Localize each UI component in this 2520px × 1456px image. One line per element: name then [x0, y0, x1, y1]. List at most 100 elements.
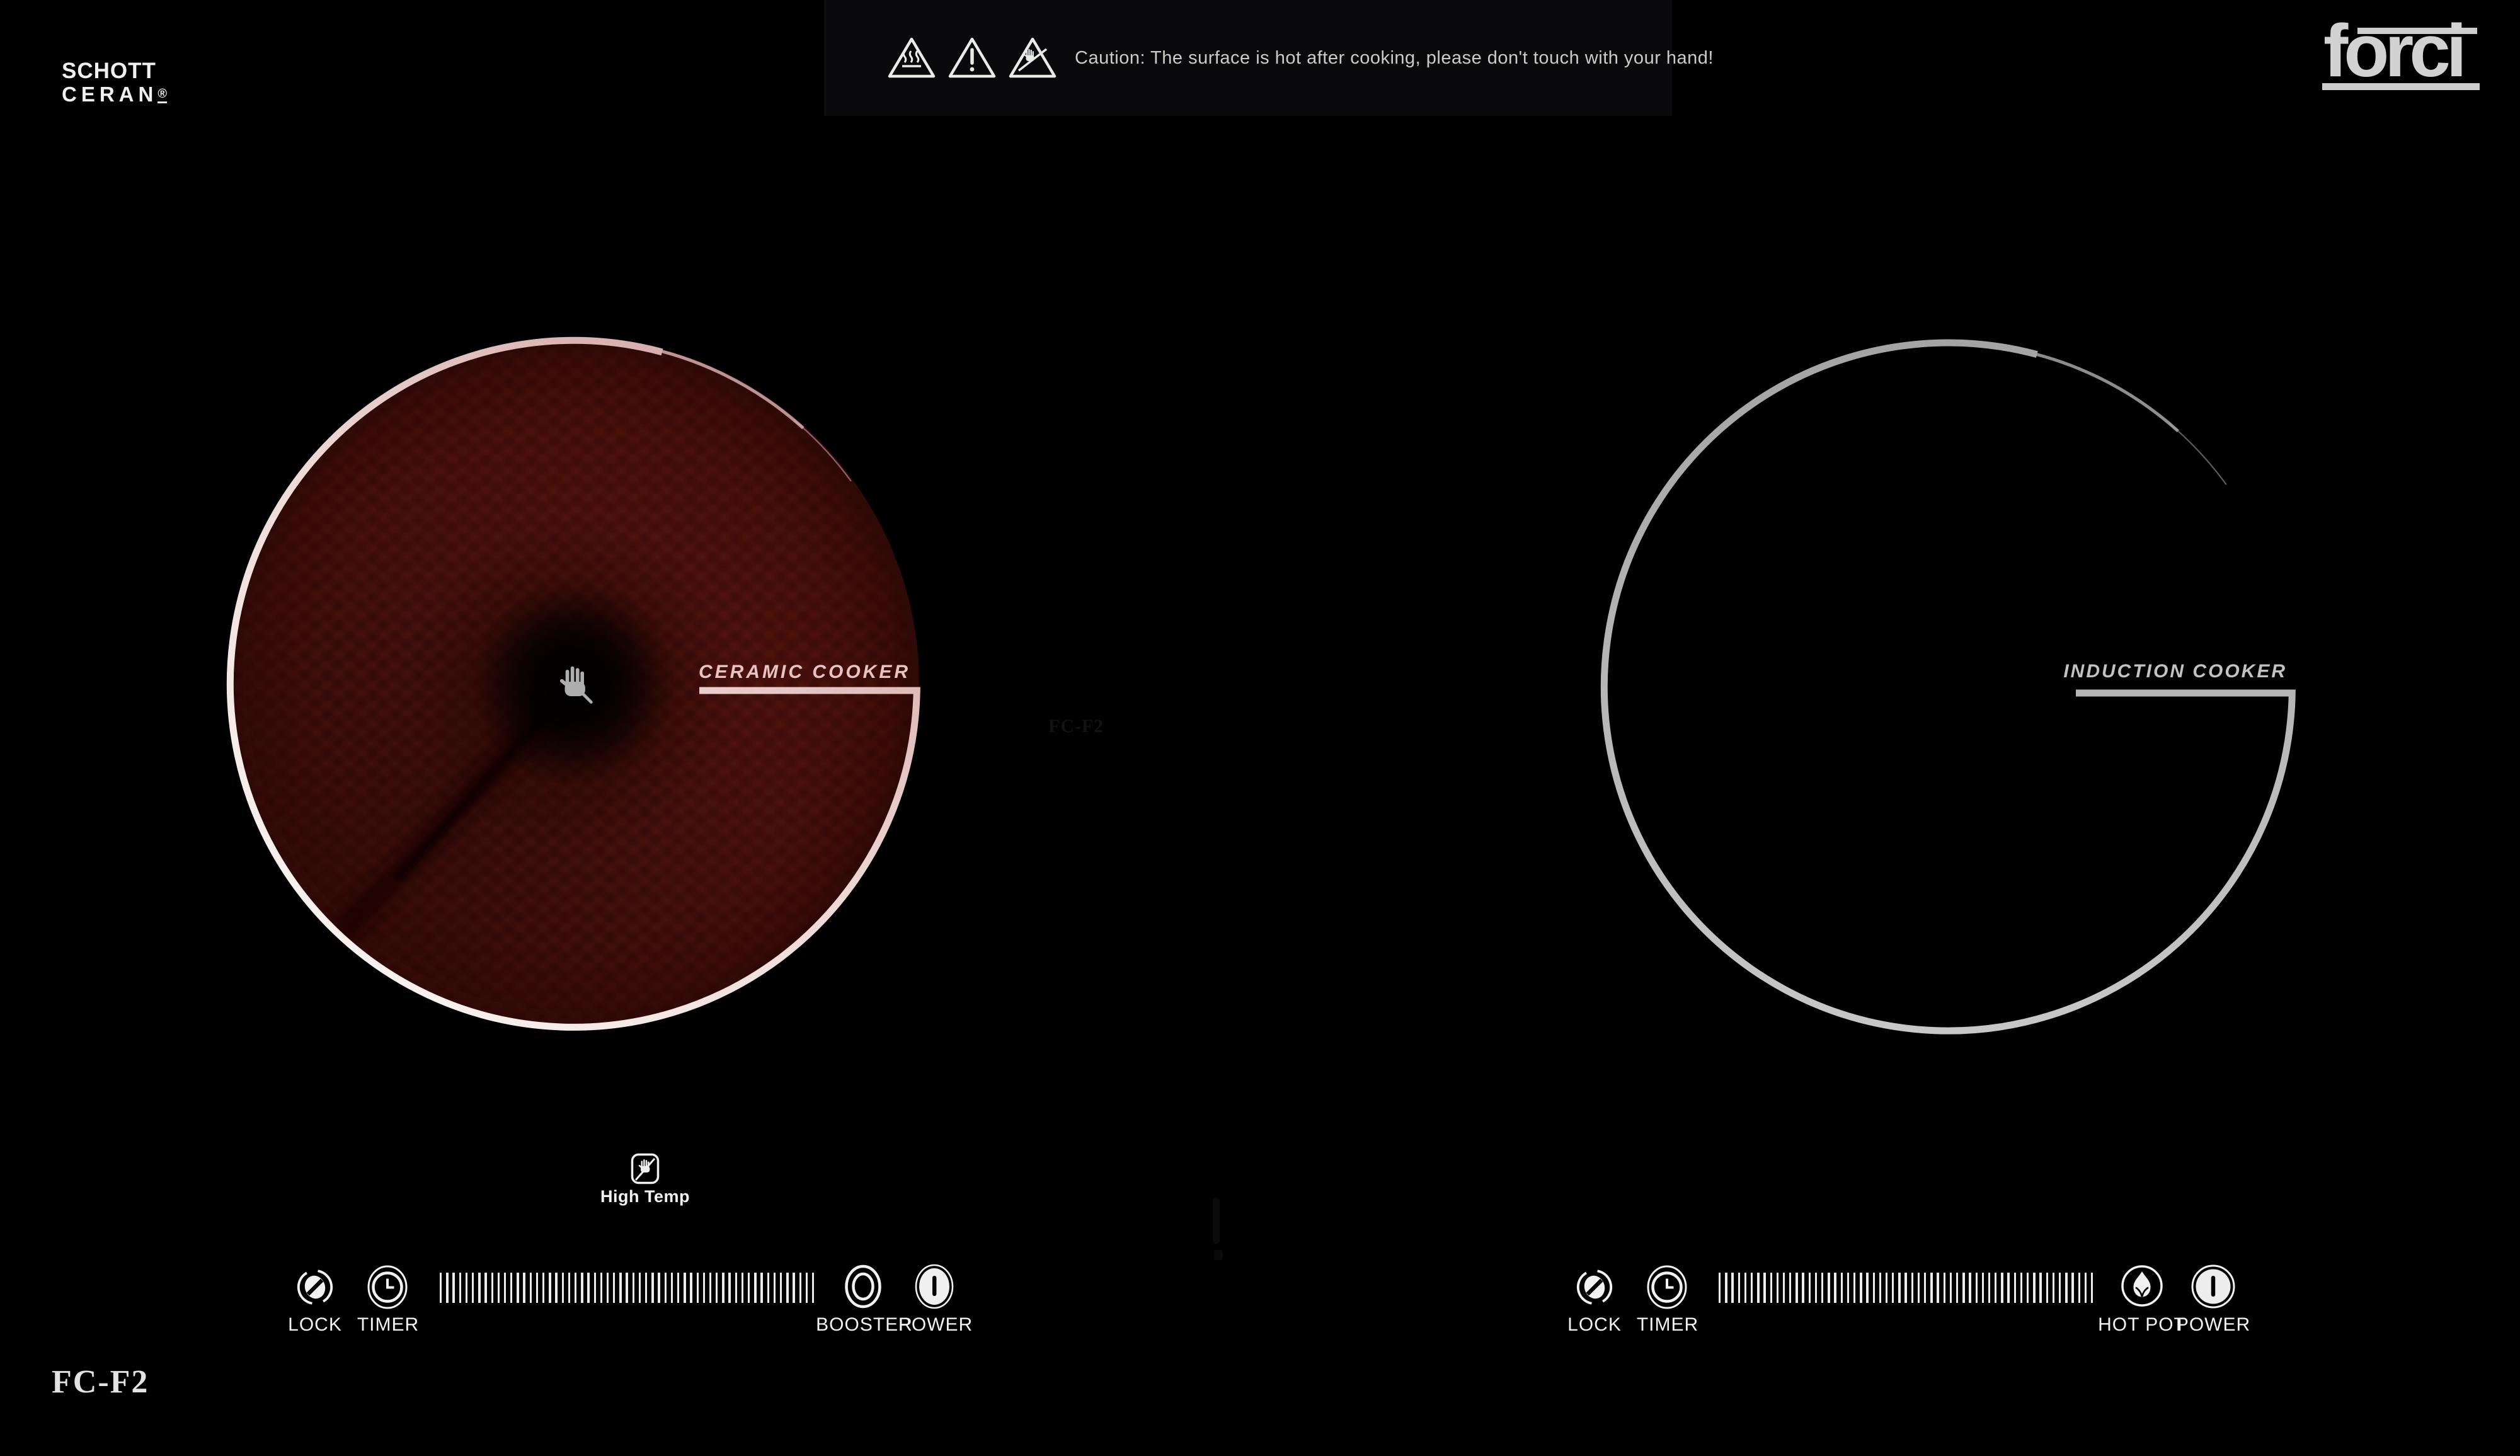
slider-tick[interactable]	[1847, 1273, 1849, 1303]
slider-tick[interactable]	[1719, 1273, 1721, 1303]
slider-tick[interactable]	[639, 1273, 641, 1303]
slider-tick[interactable]	[716, 1273, 718, 1303]
slider-tick[interactable]	[555, 1273, 557, 1303]
slider-tick[interactable]	[671, 1273, 673, 1303]
slider-tick[interactable]	[587, 1273, 589, 1303]
slider-tick[interactable]	[2065, 1273, 2067, 1303]
slider-tick[interactable]	[760, 1273, 762, 1303]
slider-tick[interactable]	[806, 1273, 808, 1303]
slider-tick[interactable]	[1930, 1273, 1932, 1303]
slider-tick[interactable]	[1969, 1273, 1971, 1303]
slider-tick[interactable]	[1944, 1273, 1945, 1303]
slider-tick[interactable]	[735, 1273, 737, 1303]
slider-tick[interactable]	[2059, 1273, 2061, 1303]
slider-tick[interactable]	[1950, 1273, 1952, 1303]
slider-tick[interactable]	[2071, 1273, 2073, 1303]
slider-tick[interactable]	[728, 1273, 730, 1303]
slider-tick[interactable]	[684, 1273, 685, 1303]
slider-tick[interactable]	[575, 1273, 576, 1303]
slider-tick[interactable]	[812, 1273, 814, 1303]
slider-tick[interactable]	[2007, 1273, 2009, 1303]
slider-tick[interactable]	[2078, 1273, 2080, 1303]
slider-tick[interactable]	[523, 1273, 525, 1303]
slider-tick[interactable]	[709, 1273, 711, 1303]
timer-button-left[interactable]	[367, 1264, 408, 1310]
slider-tick[interactable]	[651, 1273, 653, 1303]
slider-tick[interactable]	[1866, 1273, 1868, 1303]
slider-tick[interactable]	[645, 1273, 647, 1303]
slider-tick[interactable]	[2091, 1273, 2093, 1303]
slider-tick[interactable]	[1988, 1273, 1990, 1303]
slider-tick[interactable]	[1763, 1273, 1765, 1303]
power-slider-right[interactable]	[1719, 1273, 2093, 1303]
slider-tick[interactable]	[1879, 1273, 1881, 1303]
slider-tick[interactable]	[2085, 1273, 2087, 1303]
slider-tick[interactable]	[1809, 1273, 1811, 1303]
slider-tick[interactable]	[754, 1273, 756, 1303]
slider-tick[interactable]	[594, 1273, 596, 1303]
slider-tick[interactable]	[1873, 1273, 1875, 1303]
slider-tick[interactable]	[459, 1273, 461, 1303]
slider-tick[interactable]	[2027, 1273, 2029, 1303]
slider-tick[interactable]	[1834, 1273, 1836, 1303]
slider-tick[interactable]	[1904, 1273, 1906, 1303]
slider-tick[interactable]	[1731, 1273, 1733, 1303]
slider-tick[interactable]	[478, 1273, 480, 1303]
slider-tick[interactable]	[1911, 1273, 1913, 1303]
slider-tick[interactable]	[2053, 1273, 2054, 1303]
lock-button-left[interactable]	[295, 1264, 335, 1310]
slider-tick[interactable]	[446, 1273, 448, 1303]
slider-tick[interactable]	[1744, 1273, 1746, 1303]
slider-tick[interactable]	[1783, 1273, 1785, 1303]
slider-tick[interactable]	[600, 1273, 602, 1303]
slider-tick[interactable]	[1918, 1273, 1920, 1303]
slider-tick[interactable]	[793, 1273, 794, 1303]
slider-tick[interactable]	[690, 1273, 692, 1303]
slider-tick[interactable]	[562, 1273, 564, 1303]
slider-tick[interactable]	[722, 1273, 724, 1303]
slider-tick[interactable]	[774, 1273, 776, 1303]
slider-tick[interactable]	[1841, 1273, 1843, 1303]
slider-tick[interactable]	[510, 1273, 512, 1303]
slider-tick[interactable]	[633, 1273, 634, 1303]
slider-tick[interactable]	[2001, 1273, 2003, 1303]
slider-tick[interactable]	[491, 1273, 493, 1303]
slider-tick[interactable]	[517, 1273, 518, 1303]
slider-tick[interactable]	[748, 1273, 750, 1303]
slider-tick[interactable]	[1828, 1273, 1830, 1303]
slider-tick[interactable]	[2039, 1273, 2041, 1303]
slider-tick[interactable]	[1860, 1273, 1862, 1303]
hot-pot-button[interactable]	[2120, 1264, 2164, 1308]
slider-tick[interactable]	[607, 1273, 609, 1303]
slider-tick[interactable]	[1738, 1273, 1740, 1303]
slider-tick[interactable]	[452, 1273, 454, 1303]
lock-button-right[interactable]	[1575, 1264, 1614, 1310]
slider-tick[interactable]	[1962, 1273, 1964, 1303]
slider-tick[interactable]	[472, 1273, 474, 1303]
slider-tick[interactable]	[530, 1273, 532, 1303]
slider-tick[interactable]	[780, 1273, 782, 1303]
slider-tick[interactable]	[484, 1273, 486, 1303]
slider-tick[interactable]	[1924, 1273, 1926, 1303]
slider-tick[interactable]	[2014, 1273, 2016, 1303]
slider-tick[interactable]	[1995, 1273, 1996, 1303]
slider-tick[interactable]	[466, 1273, 467, 1303]
slider-tick[interactable]	[619, 1273, 621, 1303]
slider-tick[interactable]	[786, 1273, 788, 1303]
slider-tick[interactable]	[658, 1273, 660, 1303]
slider-tick[interactable]	[677, 1273, 679, 1303]
slider-tick[interactable]	[568, 1273, 570, 1303]
booster-button[interactable]	[844, 1264, 882, 1309]
slider-tick[interactable]	[613, 1273, 615, 1303]
slider-tick[interactable]	[767, 1273, 769, 1303]
slider-tick[interactable]	[799, 1273, 801, 1303]
slider-tick[interactable]	[1937, 1273, 1939, 1303]
power-slider-left[interactable]	[440, 1273, 814, 1303]
slider-tick[interactable]	[549, 1273, 551, 1303]
slider-tick[interactable]	[440, 1273, 442, 1303]
slider-tick[interactable]	[2020, 1273, 2022, 1303]
slider-tick[interactable]	[1892, 1273, 1894, 1303]
timer-button-right[interactable]	[1646, 1264, 1688, 1310]
slider-tick[interactable]	[1725, 1273, 1727, 1303]
slider-tick[interactable]	[1982, 1273, 1984, 1303]
